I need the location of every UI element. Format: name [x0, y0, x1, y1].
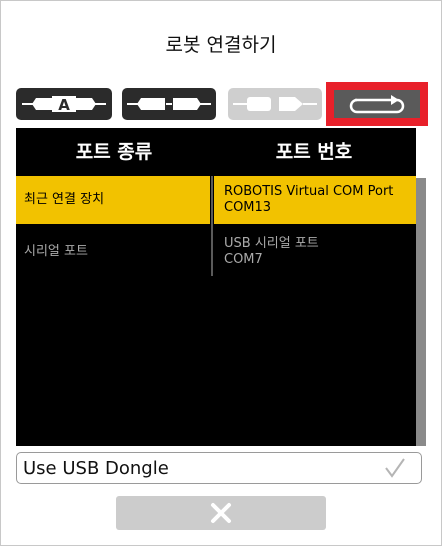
port-name: USB 시리얼 포트 [224, 236, 319, 251]
connection-type-d-button[interactable] [334, 90, 420, 118]
port-id: COM7 [224, 252, 263, 267]
column-header-port-number: 포트 번호 [275, 141, 353, 163]
dialog-title: 로봇 연결하기 [165, 34, 277, 56]
cable-a-icon: A [22, 96, 106, 114]
close-icon [211, 503, 231, 523]
refresh-loop-icon [349, 95, 405, 114]
use-usb-dongle-toggle[interactable]: Use USB Dongle [16, 452, 422, 484]
table-scrollbar[interactable] [416, 178, 426, 446]
column-divider [211, 176, 213, 276]
port-type-label: 시리얼 포트 [24, 244, 88, 259]
connection-type-b-button[interactable] [122, 88, 216, 120]
table-row-recent-port[interactable]: ROBOTIS Virtual COM Port COM13 [214, 176, 416, 224]
use-usb-dongle-label: Use USB Dongle [23, 458, 169, 479]
port-table: 포트 종류 포트 번호 최근 연결 장치 ROBOTIS Virtual COM… [16, 128, 416, 446]
table-row-serial-type[interactable]: 시리얼 포트 [16, 228, 210, 276]
table-row-recent-type[interactable]: 최근 연결 장치 [16, 176, 210, 224]
cable-disabled-icon [233, 97, 317, 111]
column-header-port-type: 포트 종류 [75, 141, 153, 163]
table-row-serial-port[interactable]: USB 시리얼 포트 COM7 [214, 228, 416, 276]
port-name: ROBOTIS Virtual COM Port [224, 184, 394, 199]
connection-type-d-highlight [326, 82, 428, 126]
connection-type-a-button[interactable]: A [16, 88, 112, 120]
close-button[interactable] [116, 496, 326, 530]
connection-type-c-button[interactable] [228, 88, 322, 120]
port-id: COM13 [224, 200, 272, 215]
cable-a-label: A [58, 96, 70, 114]
checkmark-icon [385, 458, 405, 478]
cable-connector-icon [127, 98, 211, 110]
port-type-label: 최근 연결 장치 [24, 192, 105, 207]
